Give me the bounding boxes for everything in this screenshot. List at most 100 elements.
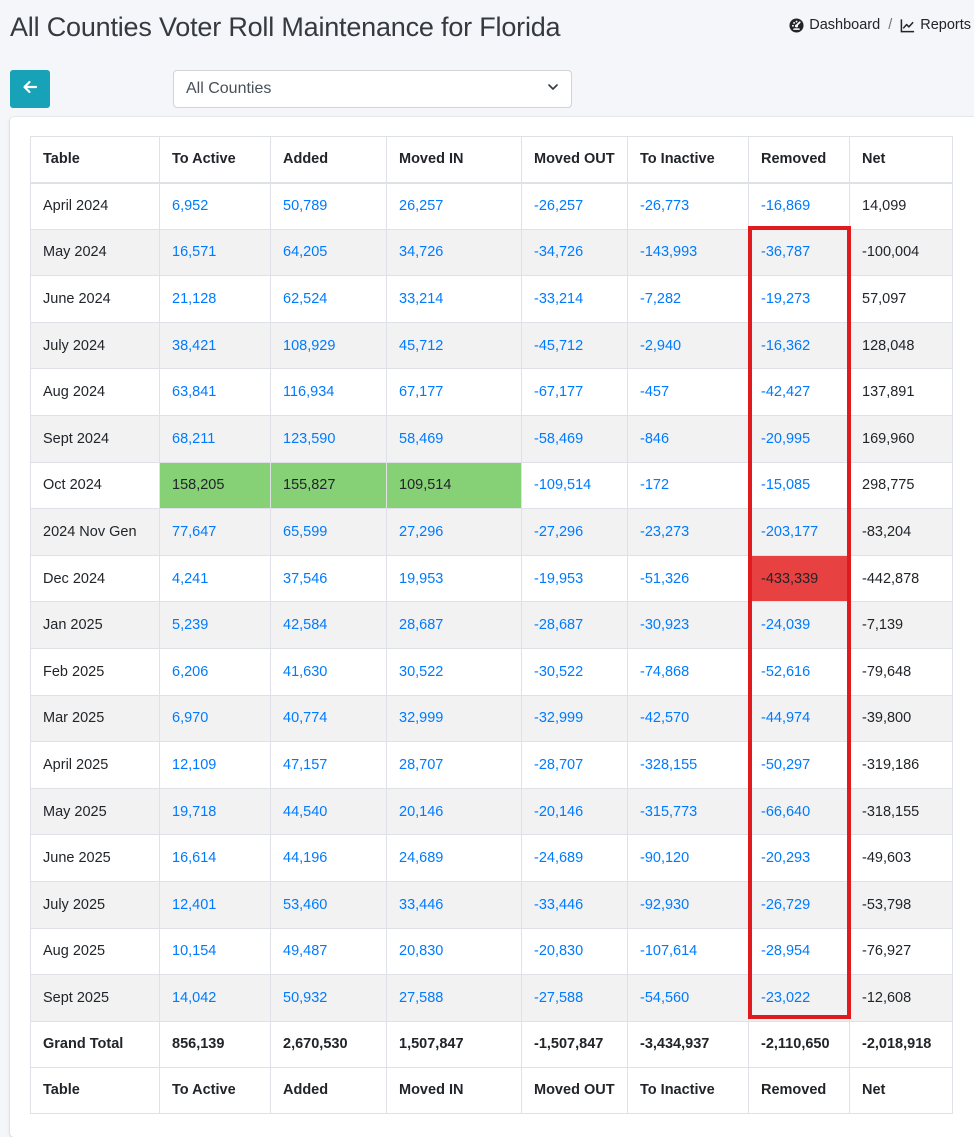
cell-to-inactive[interactable]: -74,868	[627, 647, 749, 696]
cell-to-active[interactable]: 6,206	[159, 647, 271, 696]
county-select[interactable]: All Counties	[173, 70, 572, 108]
cell-moved-out[interactable]: -67,177	[521, 368, 628, 416]
cell-moved-out[interactable]: -28,687	[521, 601, 628, 649]
cell-added[interactable]: 116,934	[270, 368, 387, 416]
cell-moved-in[interactable]: 34,726	[386, 228, 522, 277]
cell-moved-out[interactable]: -20,830	[521, 927, 628, 976]
cell-to-active[interactable]: 5,239	[159, 601, 271, 649]
cell-removed[interactable]: -42,427	[748, 368, 850, 416]
cell-to-inactive[interactable]: -143,993	[627, 228, 749, 277]
cell-removed[interactable]: -26,729	[748, 880, 850, 929]
cell-moved-out[interactable]: -32,999	[521, 694, 628, 743]
cell-moved-in[interactable]: 26,257	[386, 182, 522, 230]
breadcrumb-dashboard-link[interactable]: Dashboard	[809, 17, 880, 33]
cell-moved-in[interactable]: 67,177	[386, 368, 522, 416]
cell-added[interactable]: 40,774	[270, 694, 387, 743]
cell-removed[interactable]: -203,177	[748, 508, 850, 556]
cell-added[interactable]: 50,789	[270, 182, 387, 230]
cell-added[interactable]: 44,196	[270, 834, 387, 882]
back-button[interactable]	[10, 70, 50, 108]
cell-moved-in[interactable]: 28,687	[386, 601, 522, 649]
cell-removed[interactable]: -433,339	[748, 554, 850, 603]
cell-removed[interactable]: -36,787	[748, 228, 850, 277]
cell-to-active[interactable]: 19,718	[159, 787, 271, 836]
cell-removed[interactable]: -24,039	[748, 601, 850, 649]
cell-to-active[interactable]: 6,952	[159, 182, 271, 230]
cell-to-active[interactable]: 14,042	[159, 974, 271, 1022]
cell-added[interactable]: 37,546	[270, 554, 387, 603]
cell-moved-out[interactable]: -30,522	[521, 647, 628, 696]
cell-moved-in[interactable]: 109,514	[386, 461, 522, 510]
cell-removed[interactable]: -23,022	[748, 974, 850, 1022]
cell-to-inactive[interactable]: -51,326	[627, 554, 749, 603]
cell-to-active[interactable]: 21,128	[159, 275, 271, 323]
cell-moved-in[interactable]: 19,953	[386, 554, 522, 603]
cell-moved-out[interactable]: -34,726	[521, 228, 628, 277]
cell-removed[interactable]: -16,869	[748, 182, 850, 230]
cell-moved-in[interactable]: 45,712	[386, 321, 522, 370]
cell-moved-out[interactable]: -33,214	[521, 275, 628, 323]
cell-removed[interactable]: -20,995	[748, 414, 850, 463]
cell-moved-in[interactable]: 32,999	[386, 694, 522, 743]
cell-to-active[interactable]: 38,421	[159, 321, 271, 370]
cell-removed[interactable]: -16,362	[748, 321, 850, 370]
cell-to-inactive[interactable]: -92,930	[627, 880, 749, 929]
cell-moved-in[interactable]: 27,296	[386, 508, 522, 556]
cell-removed[interactable]: -19,273	[748, 275, 850, 323]
cell-added[interactable]: 62,524	[270, 275, 387, 323]
cell-to-active[interactable]: 16,614	[159, 834, 271, 882]
cell-moved-out[interactable]: -109,514	[521, 461, 628, 510]
cell-to-inactive[interactable]: -90,120	[627, 834, 749, 882]
breadcrumb-reports-link[interactable]: Reports	[920, 17, 971, 33]
cell-to-active[interactable]: 68,211	[159, 414, 271, 463]
cell-to-inactive[interactable]: -30,923	[627, 601, 749, 649]
cell-added[interactable]: 64,205	[270, 228, 387, 277]
cell-moved-in[interactable]: 33,446	[386, 880, 522, 929]
cell-to-inactive[interactable]: -172	[627, 461, 749, 510]
cell-moved-in[interactable]: 20,830	[386, 927, 522, 976]
cell-to-active[interactable]: 12,401	[159, 880, 271, 929]
cell-added[interactable]: 65,599	[270, 508, 387, 556]
cell-to-active[interactable]: 4,241	[159, 554, 271, 603]
cell-moved-out[interactable]: -45,712	[521, 321, 628, 370]
cell-to-inactive[interactable]: -315,773	[627, 787, 749, 836]
cell-to-inactive[interactable]: -42,570	[627, 694, 749, 743]
cell-added[interactable]: 49,487	[270, 927, 387, 976]
cell-to-active[interactable]: 77,647	[159, 508, 271, 556]
cell-moved-in[interactable]: 58,469	[386, 414, 522, 463]
cell-moved-in[interactable]: 33,214	[386, 275, 522, 323]
cell-to-active[interactable]: 6,970	[159, 694, 271, 743]
cell-added[interactable]: 44,540	[270, 787, 387, 836]
cell-to-active[interactable]: 16,571	[159, 228, 271, 277]
cell-moved-out[interactable]: -27,588	[521, 974, 628, 1022]
cell-moved-out[interactable]: -28,707	[521, 741, 628, 789]
cell-moved-out[interactable]: -20,146	[521, 787, 628, 836]
cell-moved-in[interactable]: 24,689	[386, 834, 522, 882]
cell-removed[interactable]: -44,974	[748, 694, 850, 743]
cell-added[interactable]: 50,932	[270, 974, 387, 1022]
cell-removed[interactable]: -50,297	[748, 741, 850, 789]
cell-to-inactive[interactable]: -54,560	[627, 974, 749, 1022]
cell-added[interactable]: 42,584	[270, 601, 387, 649]
cell-to-active[interactable]: 10,154	[159, 927, 271, 976]
cell-to-inactive[interactable]: -7,282	[627, 275, 749, 323]
cell-moved-out[interactable]: -24,689	[521, 834, 628, 882]
cell-removed[interactable]: -66,640	[748, 787, 850, 836]
cell-to-inactive[interactable]: -2,940	[627, 321, 749, 370]
cell-moved-in[interactable]: 20,146	[386, 787, 522, 836]
cell-removed[interactable]: -28,954	[748, 927, 850, 976]
cell-removed[interactable]: -20,293	[748, 834, 850, 882]
cell-to-inactive[interactable]: -107,614	[627, 927, 749, 976]
cell-moved-in[interactable]: 28,707	[386, 741, 522, 789]
cell-removed[interactable]: -52,616	[748, 647, 850, 696]
cell-moved-in[interactable]: 27,588	[386, 974, 522, 1022]
cell-moved-out[interactable]: -26,257	[521, 182, 628, 230]
cell-removed[interactable]: -15,085	[748, 461, 850, 510]
cell-moved-out[interactable]: -33,446	[521, 880, 628, 929]
cell-moved-out[interactable]: -19,953	[521, 554, 628, 603]
cell-moved-out[interactable]: -58,469	[521, 414, 628, 463]
cell-added[interactable]: 47,157	[270, 741, 387, 789]
cell-moved-in[interactable]: 30,522	[386, 647, 522, 696]
cell-to-active[interactable]: 63,841	[159, 368, 271, 416]
cell-to-inactive[interactable]: -328,155	[627, 741, 749, 789]
